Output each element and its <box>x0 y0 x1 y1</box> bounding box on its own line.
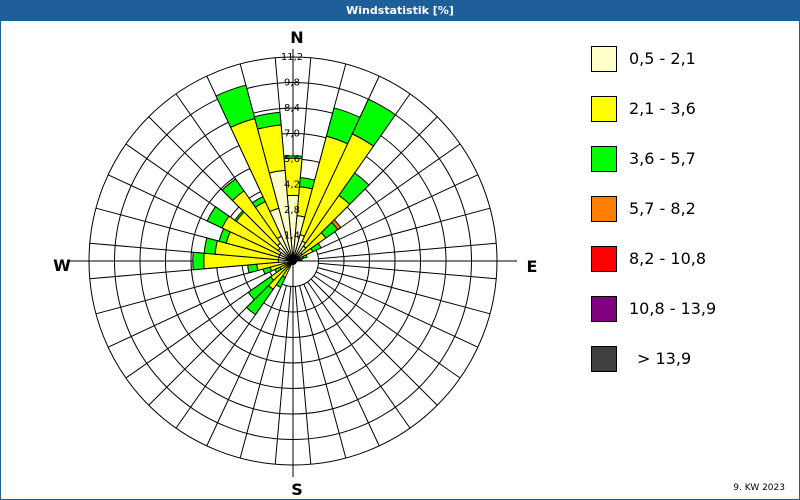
legend-item: 3,6 - 5,7 <box>591 146 791 176</box>
ring-tick-label: 11,2 <box>281 52 303 63</box>
legend-item: 5,7 - 8,2 <box>591 196 791 226</box>
ring-tick-label: 2,8 <box>284 205 300 216</box>
grid-spoke <box>95 267 269 315</box>
sector-bar-80-class-2 <box>299 258 303 261</box>
grid-spoke <box>294 286 312 465</box>
chart-title: Windstatistik [%] <box>1 1 799 21</box>
legend-swatch <box>591 46 617 72</box>
legend-swatch <box>591 146 617 172</box>
grid-spoke <box>307 281 411 429</box>
legend-label: > 13,9 <box>637 349 692 368</box>
grid-spoke <box>318 242 497 260</box>
legend-swatch <box>591 96 617 122</box>
ring-tick-label: 5,6 <box>284 154 300 165</box>
ring-tick-label: 1,4 <box>284 231 300 242</box>
legend-item: 8,2 - 10,8 <box>591 246 791 276</box>
grid-spoke <box>107 271 271 348</box>
legend-label: 2,1 - 3,6 <box>629 99 696 118</box>
chart-frame: Windstatistik [%] 1,4 2,8 4,2 5,6 7,0 8,4 9,8 1… <box>0 0 800 500</box>
sector-bar-260-class-2 <box>247 263 259 274</box>
compass-east: E <box>527 257 538 276</box>
grid-spoke <box>310 278 438 406</box>
grid-spoke <box>313 275 461 379</box>
grid-spoke <box>318 262 497 280</box>
legend-item: 10,8 - 13,9 <box>591 296 791 326</box>
ring-tick-labels: 1,4 2,8 4,2 5,6 7,0 8,4 9,8 11,2 <box>281 52 303 242</box>
ring-tick-label: 4,2 <box>284 180 300 191</box>
grid-spoke <box>303 283 380 447</box>
grid-spoke <box>317 207 491 255</box>
compass-north: N <box>290 28 303 47</box>
legend-swatch <box>591 346 617 372</box>
legend-label: 5,7 - 8,2 <box>629 199 696 218</box>
legend-swatch <box>591 296 617 322</box>
grid-spoke <box>239 285 287 459</box>
legend-label: 10,8 - 13,9 <box>629 299 717 318</box>
legend-label: 3,6 - 5,7 <box>629 149 696 168</box>
ring-tick-label: 8,4 <box>284 103 300 114</box>
sector-bar-280-class-2 <box>203 237 218 255</box>
week-label: 9. KW 2023 <box>733 483 785 493</box>
grid-spoke <box>315 271 479 348</box>
grid-spoke <box>317 267 491 315</box>
legend-item: > 13,9 <box>591 346 791 376</box>
legend-item: 2,1 - 3,6 <box>591 96 791 126</box>
grid-spoke <box>299 285 347 459</box>
legend-label: 0,5 - 2,1 <box>629 49 696 68</box>
compass-west: W <box>53 256 71 275</box>
legend-item: 0,5 - 2,1 <box>591 46 791 76</box>
grid-spoke <box>274 286 292 465</box>
ring-tick-label: 7,0 <box>284 129 300 140</box>
sector-bar-270-class-2 <box>192 251 205 271</box>
grid-spoke <box>206 283 283 447</box>
legend-swatch <box>591 196 617 222</box>
legend-swatch <box>591 246 617 272</box>
compass-south: S <box>291 480 303 499</box>
center-dot <box>289 257 297 265</box>
legend-label: 8,2 - 10,8 <box>629 249 707 268</box>
ring-tick-label: 9,8 <box>284 78 300 89</box>
